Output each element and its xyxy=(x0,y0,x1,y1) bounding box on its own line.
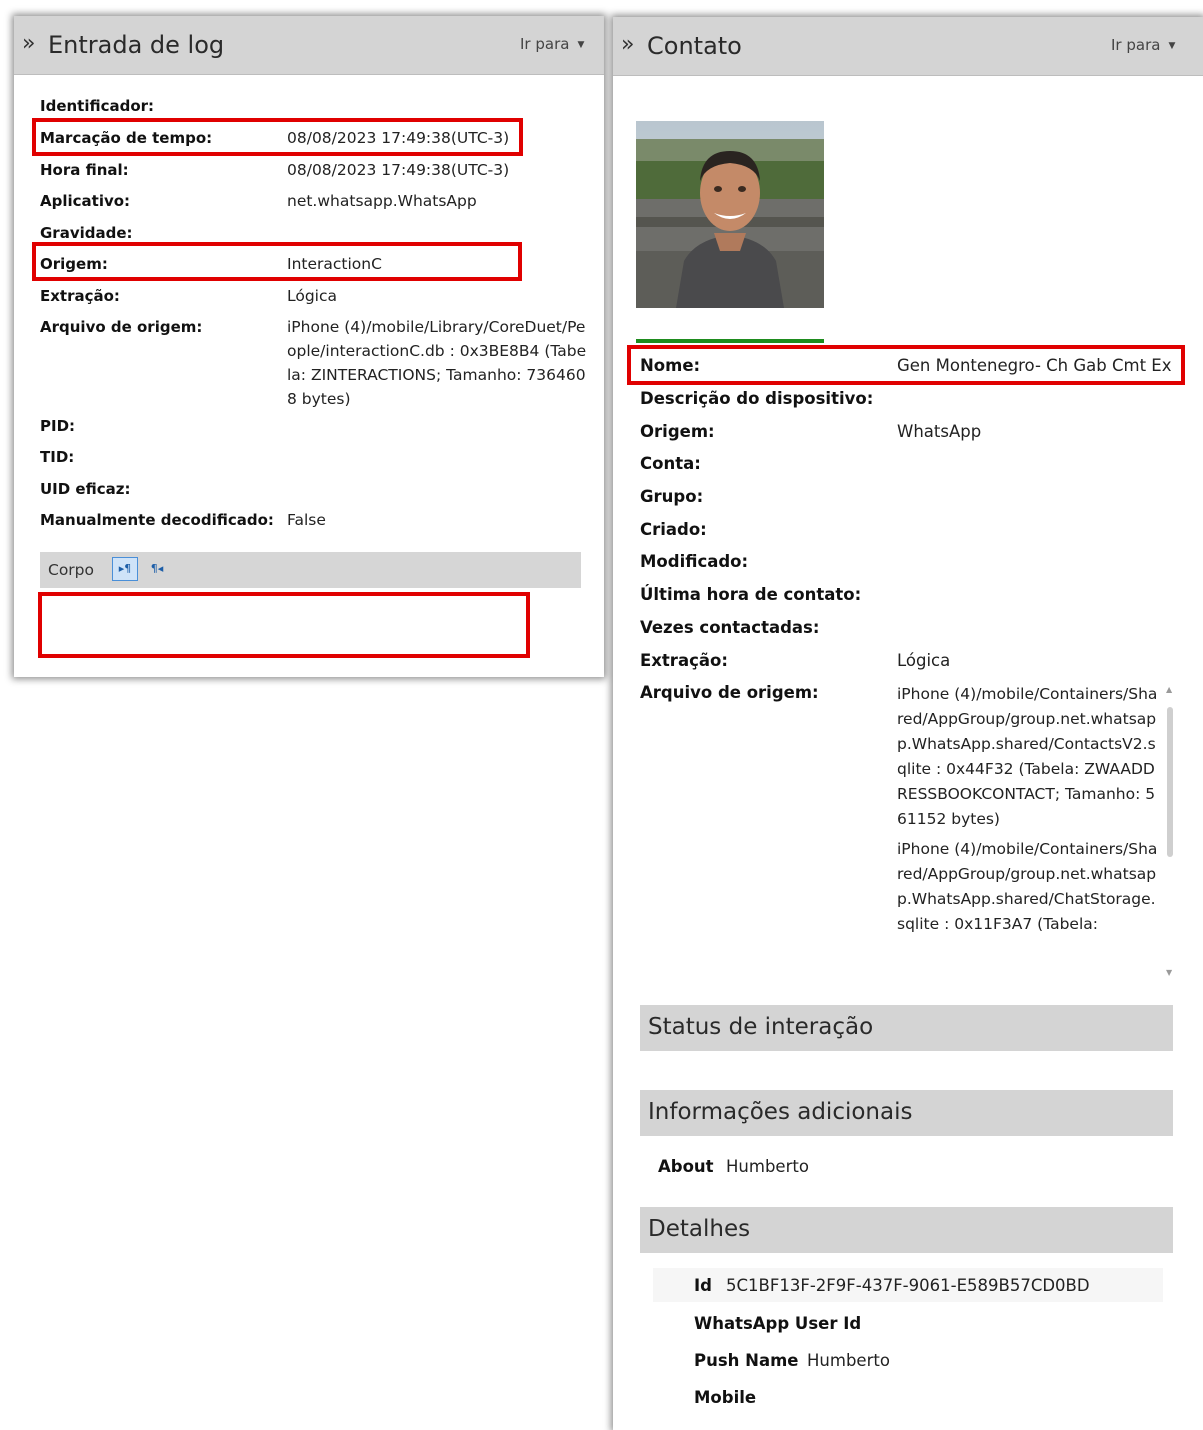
field-label-tid: TID: xyxy=(40,448,75,466)
source-file-entry: iPhone (4)/mobile/Containers/Shared/AppG… xyxy=(897,840,1158,933)
chevron-down-icon: ▼ xyxy=(577,40,585,50)
field-label-descricao-dispositivo: Descrição do dispositivo: xyxy=(640,389,874,408)
field-value-extracao: Lógica xyxy=(897,651,951,670)
details-mobile-label: Mobile xyxy=(694,1388,757,1407)
contact-panel-header: » Contato Ir para ▼ xyxy=(613,17,1203,76)
scrollbar-thumb[interactable] xyxy=(1167,707,1173,857)
field-value-manualmente-decodificado: False xyxy=(287,511,326,529)
field-label-gravidade: Gravidade: xyxy=(40,224,133,242)
source-list-scrollbar[interactable]: ▲ ▼ xyxy=(1165,685,1175,977)
details-id-value: 5C1BF13F-2F9F-437F-9061-E589B57CD0BD xyxy=(726,1276,1090,1295)
field-value-arquivo-origem: iPhone (4)/mobile/Library/CoreDuet/Peopl… xyxy=(287,318,587,408)
details-whatsapp-user-id-label: WhatsApp User Id xyxy=(694,1314,862,1333)
log-panel-header: » Entrada de log Ir para ▼ xyxy=(14,16,604,75)
field-label-arquivo-origem: Arquivo de origem: xyxy=(640,683,819,702)
section-status-interacao[interactable]: Status de interação xyxy=(640,1005,1173,1051)
field-label-conta: Conta: xyxy=(640,454,701,473)
contact-panel: » Contato Ir para ▼ Nome: Gen Montenegro… xyxy=(613,17,1203,1430)
chevron-down-icon: ▼ xyxy=(1168,41,1176,51)
highlight-box-origem xyxy=(32,242,522,281)
field-value-origem: WhatsApp xyxy=(897,422,982,441)
scroll-down-arrow-icon[interactable]: ▼ xyxy=(1166,968,1172,977)
about-label: About xyxy=(658,1157,714,1176)
field-label-extracao: Extração: xyxy=(640,651,728,670)
highlight-box-timestamp xyxy=(32,118,523,156)
field-label-extracao: Extração: xyxy=(40,287,120,305)
field-label-identificador: Identificador: xyxy=(40,97,155,115)
field-label-manualmente-decodificado: Manualmente decodificado: xyxy=(40,511,274,529)
field-label-pid: PID: xyxy=(40,417,76,435)
contact-avatar-image xyxy=(636,121,824,308)
field-value-extracao: Lógica xyxy=(287,287,338,305)
corpo-label: Corpo xyxy=(48,561,95,579)
log-panel-title: Entrada de log xyxy=(48,31,225,59)
field-label-criado: Criado: xyxy=(640,520,707,539)
goto-label: Ir para xyxy=(520,35,570,53)
about-value: Humberto xyxy=(726,1157,809,1176)
field-value-aplicativo: net.whatsapp.WhatsApp xyxy=(287,192,477,210)
contact-goto-dropdown[interactable]: Ir para ▼ xyxy=(1111,35,1175,56)
source-file-list[interactable]: iPhone (4)/mobile/Containers/Shared/AppG… xyxy=(897,682,1163,984)
field-label-aplicativo: Aplicativo: xyxy=(40,192,131,210)
section-detalhes[interactable]: Detalhes xyxy=(640,1207,1173,1253)
chevron-double-right-icon[interactable]: » xyxy=(22,30,35,58)
details-push-name-value: Humberto xyxy=(807,1351,890,1370)
field-value-hora-final: 08/08/2023 17:49:38(UTC-3) xyxy=(287,161,510,179)
source-file-entry: iPhone (4)/mobile/Containers/Shared/AppG… xyxy=(897,685,1158,828)
field-label-ultima-hora-contato: Última hora de contato: xyxy=(640,585,862,604)
highlight-box-corpo xyxy=(38,592,530,658)
field-label-modificado: Modificado: xyxy=(640,552,749,571)
details-push-name-label: Push Name xyxy=(694,1351,799,1370)
field-label-hora-final: Hora final: xyxy=(40,161,129,179)
log-goto-dropdown[interactable]: Ir para ▼ xyxy=(520,34,584,55)
field-label-vezes-contactadas: Vezes contactadas: xyxy=(640,618,820,637)
details-id-label: Id xyxy=(694,1276,712,1295)
contact-panel-title: Contato xyxy=(647,32,742,60)
field-label-uid-eficaz: UID eficaz: xyxy=(40,480,131,498)
field-label-arquivo-origem: Arquivo de origem: xyxy=(40,318,203,336)
highlight-box-nome xyxy=(627,345,1185,385)
photo-underline xyxy=(636,339,824,343)
scroll-up-arrow-icon[interactable]: ▲ xyxy=(1166,685,1172,694)
field-label-grupo: Grupo: xyxy=(640,487,704,506)
log-entry-panel: » Entrada de log Ir para ▼ Identificador:… xyxy=(14,16,604,677)
text-direction-ltr-icon[interactable]: ▸¶ xyxy=(112,557,138,581)
field-label-origem: Origem: xyxy=(640,422,715,441)
section-informacoes-adicionais[interactable]: Informações adicionais xyxy=(640,1090,1173,1136)
chevron-double-right-icon[interactable]: » xyxy=(621,31,634,59)
contact-photo xyxy=(636,121,824,308)
goto-label: Ir para xyxy=(1111,36,1161,54)
corpo-toolbar: Corpo ▸¶ ¶◂ xyxy=(40,552,581,588)
text-direction-rtl-icon[interactable]: ¶◂ xyxy=(146,557,168,581)
